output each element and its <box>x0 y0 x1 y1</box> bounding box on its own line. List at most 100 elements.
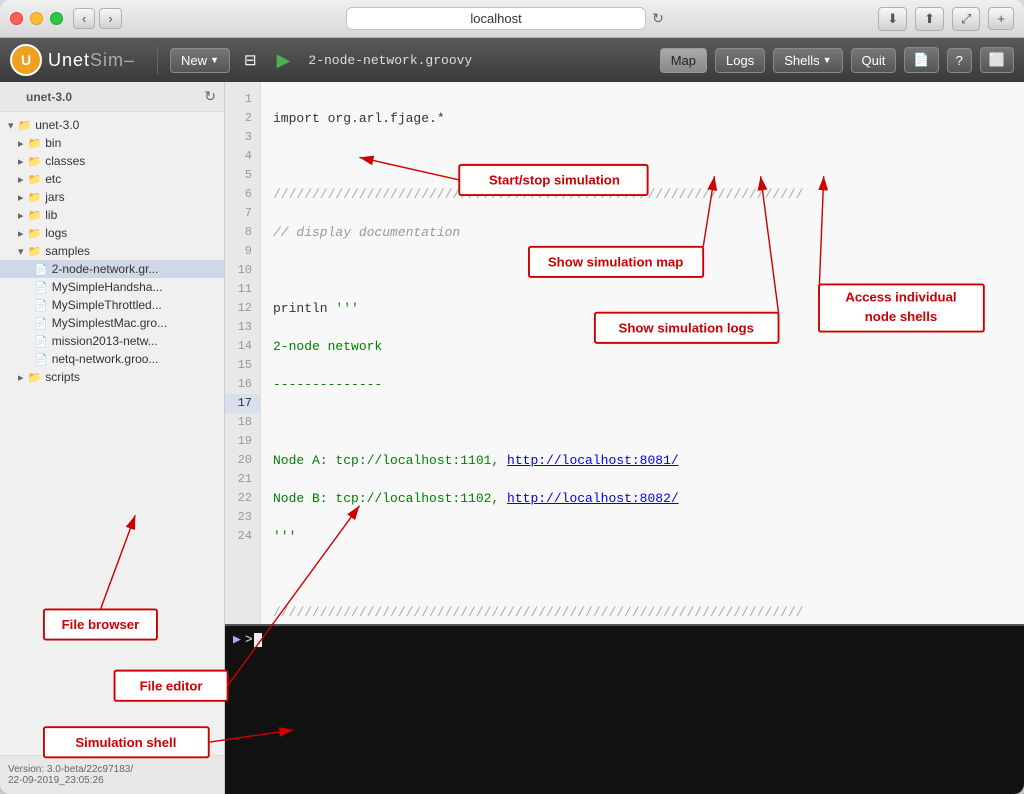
filename-label: 2-node-network.groovy <box>308 53 472 68</box>
forward-button[interactable]: › <box>99 8 121 29</box>
tree-label-2node: 2-node-network.gr... <box>52 262 159 276</box>
tree-item-bin[interactable]: ▸ 📁 bin <box>0 134 224 152</box>
chevron-right-icon-jars: ▸ <box>18 191 24 204</box>
folder-icon-samples: 📁 <box>28 245 42 258</box>
file-icon-2node: 📄 <box>34 263 48 276</box>
expand-button[interactable]: ⤢ <box>952 7 980 31</box>
line-num-16: 16 <box>225 375 260 394</box>
tree-item-classes[interactable]: ▸ 📁 classes <box>0 152 224 170</box>
tree-item-scripts[interactable]: ▸ 📁 scripts <box>0 368 224 386</box>
url-bar[interactable]: localhost <box>346 7 646 30</box>
line-num-14: 14 <box>225 337 260 356</box>
docs-button[interactable]: 📄 <box>904 47 938 73</box>
code-line-5 <box>273 261 1012 280</box>
code-line-14: ////////////////////////////////////////… <box>273 603 1012 622</box>
main-window: ‹ › localhost ↻ ⬇ ⬆ ⤢ + U UnetSim– New <box>0 0 1024 794</box>
line-num-15: 15 <box>225 356 260 375</box>
tree-item-lib[interactable]: ▸ 📁 lib <box>0 206 224 224</box>
tree-label-netq: netq-network.groo... <box>52 352 159 366</box>
add-tab-button[interactable]: + <box>988 7 1014 30</box>
file-icon-handsha: 📄 <box>34 281 48 294</box>
chevron-right-icon-etc: ▸ <box>18 173 24 186</box>
tree-item-handsha[interactable]: 📄 MySimpleHandsha... <box>0 278 224 296</box>
folder-icon-jars: 📁 <box>28 191 42 204</box>
line-num-7: 7 <box>225 204 260 223</box>
tree-item-jars[interactable]: ▸ 📁 jars <box>0 188 224 206</box>
tree-label-root: unet-3.0 <box>35 118 79 132</box>
line-num-18: 18 <box>225 413 260 432</box>
toolbar: U UnetSim– New ▼ ⊟ ▶ 2-node-network.groo… <box>0 38 1024 82</box>
back-button[interactable]: ‹ <box>73 8 95 29</box>
line-num-2: 2 <box>225 109 260 128</box>
brand-name-part2: Sim <box>90 50 124 70</box>
tree-item-logs[interactable]: ▸ 📁 logs <box>0 224 224 242</box>
tree-item-samples[interactable]: ▾ 📁 samples <box>0 242 224 260</box>
editor-area: 1 2 3 4 5 6 7 8 9 10 11 12 13 <box>225 82 1024 794</box>
code-content[interactable]: import org.arl.fjage.* /////////////////… <box>261 82 1024 624</box>
titlebar-right: ⬇ ⬆ ⤢ + <box>878 7 1014 31</box>
shell-content[interactable]: ▶ > <box>225 626 1024 794</box>
save-button[interactable]: ⊟ <box>238 47 263 73</box>
sidebar-refresh-button[interactable]: ↻ <box>204 88 216 105</box>
line-num-24: 24 <box>225 527 260 546</box>
shell-prompt: ▶ > <box>233 632 1016 647</box>
line-num-6: 6 <box>225 185 260 204</box>
sidebar: unet-3.0 ↻ ▾ 📁 unet-3.0 ▸ 📁 <box>0 82 225 794</box>
chevron-right-icon-bin: ▸ <box>18 137 24 150</box>
tree-item-2node[interactable]: 📄 2-node-network.gr... <box>0 260 224 278</box>
close-button[interactable] <box>10 12 23 25</box>
tree-label-lib: lib <box>45 208 57 222</box>
download-button[interactable]: ⬇ <box>878 7 907 31</box>
logs-button[interactable]: Logs <box>715 48 765 73</box>
line-num-10: 10 <box>225 261 260 280</box>
folder-icon-scripts: 📁 <box>28 371 42 384</box>
code-line-1: import org.arl.fjage.* <box>273 109 1012 128</box>
file-icon-throttled: 📄 <box>34 299 48 312</box>
tree-item-netq[interactable]: 📄 netq-network.groo... <box>0 350 224 368</box>
code-line-4: // display documentation <box>273 223 1012 242</box>
tree-label-scripts: scripts <box>45 370 80 384</box>
shells-button[interactable]: Shells ▼ <box>773 48 842 73</box>
code-editor[interactable]: 1 2 3 4 5 6 7 8 9 10 11 12 13 <box>225 82 1024 624</box>
code-line-12: ''' <box>273 527 1012 546</box>
shell-prompt-symbol: > <box>245 632 253 647</box>
window-button[interactable]: ⬜ <box>980 47 1014 73</box>
share-button[interactable]: ⬆ <box>915 7 944 31</box>
maximize-button[interactable] <box>50 12 63 25</box>
folder-icon: 📁 <box>18 119 32 132</box>
nav-buttons: ‹ › <box>73 8 122 29</box>
line-num-3: 3 <box>225 128 260 147</box>
tree-label-logs: logs <box>45 226 67 240</box>
file-tree[interactable]: ▾ 📁 unet-3.0 ▸ 📁 bin ▸ <box>0 112 224 755</box>
code-line-7: 2-node network <box>273 337 1012 356</box>
tree-label-classes: classes <box>45 154 85 168</box>
map-button[interactable]: Map <box>660 48 707 73</box>
chevron-right-icon-lib: ▸ <box>18 209 24 222</box>
shells-dropdown-arrow: ▼ <box>823 55 832 65</box>
file-icon-netq: 📄 <box>34 353 48 366</box>
line-num-9: 9 <box>225 242 260 261</box>
line-num-12: 12 <box>225 299 260 318</box>
reload-button[interactable]: ↻ <box>652 10 664 27</box>
tree-item-mission[interactable]: 📄 mission2013-netw... <box>0 332 224 350</box>
play-button[interactable]: ▶ <box>271 46 297 75</box>
help-button[interactable]: ? <box>947 48 972 73</box>
quit-button[interactable]: Quit <box>851 48 897 73</box>
tree-item-root[interactable]: ▾ 📁 unet-3.0 <box>0 116 224 134</box>
brand: U UnetSim– <box>10 44 135 76</box>
version-label: Version: 3.0-beta/22c97183/ 22-09-2019_2… <box>8 764 133 786</box>
folder-icon-bin: 📁 <box>28 137 42 150</box>
tree-item-etc[interactable]: ▸ 📁 etc <box>0 170 224 188</box>
line-num-19: 19 <box>225 432 260 451</box>
tree-item-mac[interactable]: 📄 MySimplestMac.gro... <box>0 314 224 332</box>
shells-button-label: Shells <box>784 53 819 68</box>
code-line-8: -------------- <box>273 375 1012 394</box>
titlebar-center: localhost ↻ <box>132 7 879 30</box>
pos-container: unet-3.0 ↻ ▾ 📁 unet-3.0 ▸ 📁 <box>0 82 1024 794</box>
tree-item-throttled[interactable]: 📄 MySimpleThrottled... <box>0 296 224 314</box>
line-num-5: 5 <box>225 166 260 185</box>
chevron-down-icon-samples: ▾ <box>18 245 24 258</box>
new-button[interactable]: New ▼ <box>170 48 230 73</box>
titlebar: ‹ › localhost ↻ ⬇ ⬆ ⤢ + <box>0 0 1024 38</box>
minimize-button[interactable] <box>30 12 43 25</box>
